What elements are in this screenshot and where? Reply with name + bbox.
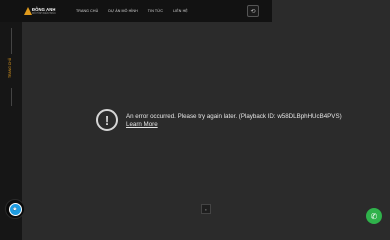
error-message: An error occurred. Please try again late… [126,113,342,120]
phone-call-button[interactable]: ✆ [366,208,382,224]
refresh-icon: ⟲ [250,8,256,15]
video-control-button[interactable]: ▪ [201,204,211,214]
rail-label[interactable]: TRANG CHỦ [8,58,12,78]
site-header: ĐÔNG ANH MÔ HÌNH KIẾN TRÚC TRANG CHỦ DỰ … [0,0,272,22]
error-icon: ! [96,109,118,131]
refresh-button[interactable]: ⟲ [247,5,259,17]
learn-more-link[interactable]: Learn More [126,121,158,128]
phone-icon: ✆ [370,211,378,221]
site-logo[interactable]: ĐÔNG ANH MÔ HÌNH KIẾN TRÚC [24,7,58,16]
logo-tagline: MÔ HÌNH KIẾN TRÚC [32,12,56,15]
rail-divider-top [11,28,12,54]
logo-mark-icon [24,7,32,15]
main-nav: TRANG CHỦ DỰ ÁN MÔ HÌNH TIN TỨC LIÊN HỆ [76,9,188,13]
dot-icon: ▪ [205,206,207,212]
nav-item-news[interactable]: TIN TỨC [148,9,163,13]
chat-icon: 💬 [8,202,22,216]
nav-item-home[interactable]: TRANG CHỦ [76,9,98,13]
nav-item-contact[interactable]: LIÊN HỆ [173,9,188,13]
chat-widget-button[interactable]: 💬 [5,199,25,219]
nav-item-projects[interactable]: DỰ ÁN MÔ HÌNH [108,9,138,13]
rail-divider-bottom [11,88,12,106]
